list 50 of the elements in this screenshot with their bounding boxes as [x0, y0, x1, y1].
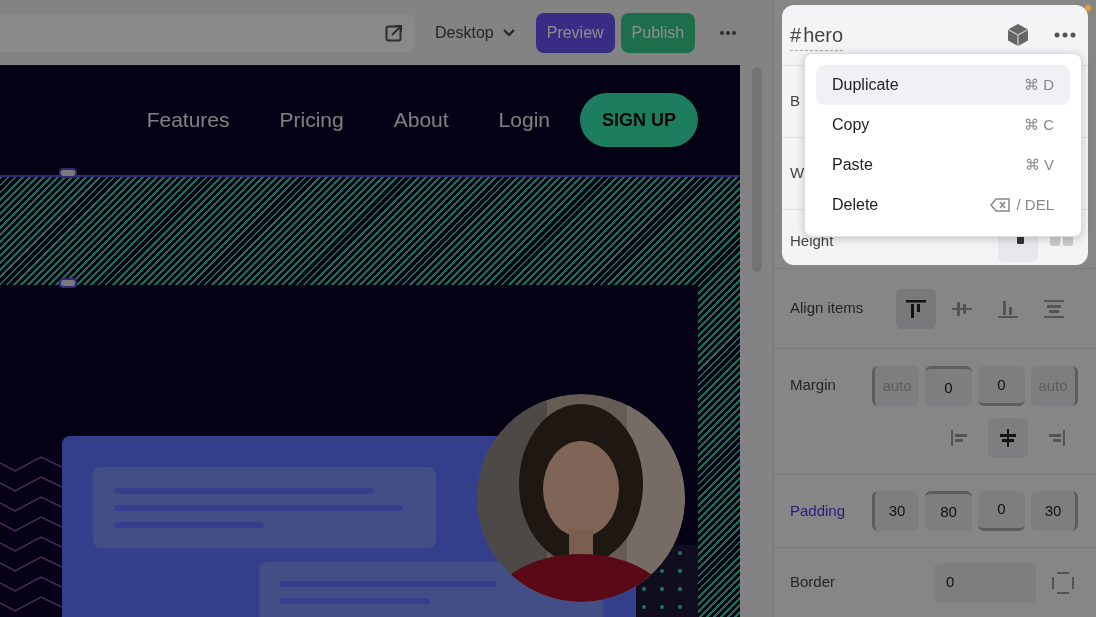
chevron-down-icon	[501, 27, 516, 38]
property-label: B	[790, 91, 800, 112]
property-label: Border	[790, 572, 836, 593]
menu-item-label: Copy	[832, 115, 870, 135]
nav-link[interactable]: Pricing	[279, 104, 344, 136]
align-center-icon	[997, 426, 1019, 449]
cube-icon[interactable]	[1006, 23, 1030, 47]
more-icon[interactable]	[1054, 32, 1076, 38]
shortcut-text: ⌘ C	[1024, 114, 1054, 135]
padding-field[interactable]: 30	[872, 491, 919, 531]
property-label: Margin	[790, 375, 836, 396]
padding-field[interactable]: 0	[978, 491, 1025, 531]
menu-item[interactable]: Copy ⌘ C	[816, 105, 1070, 145]
nav-link[interactable]: Features	[146, 104, 230, 136]
border-icon[interactable]	[1052, 571, 1074, 594]
border-field[interactable]: 0	[934, 562, 1036, 603]
margin-field[interactable]: 0	[925, 365, 972, 406]
alignment-option[interactable]	[988, 417, 1028, 458]
resize-handle[interactable]	[59, 168, 77, 178]
nav-link[interactable]: Login	[498, 104, 550, 136]
menu-item[interactable]: Duplicate ⌘ D	[816, 65, 1070, 105]
shortcut-text: ⌘ D	[1024, 74, 1054, 95]
align-top-icon	[905, 297, 927, 320]
shortcut-text: / DEL	[1016, 194, 1054, 215]
resize-handle[interactable]	[59, 278, 77, 288]
hero-section[interactable]	[0, 175, 740, 617]
url-field[interactable]	[0, 13, 415, 52]
menu-item-label: Duplicate	[832, 75, 899, 95]
menu-item-label: Paste	[832, 155, 873, 175]
margin-field[interactable]: 0	[978, 365, 1025, 406]
preview-button[interactable]: Preview	[535, 12, 615, 53]
external-link-icon	[385, 23, 403, 42]
menu-item[interactable]: Paste ⌘ V	[816, 145, 1070, 185]
device-dropdown[interactable]: Desktop	[427, 20, 524, 45]
nav-link[interactable]: About	[393, 104, 449, 136]
align-option[interactable]	[896, 288, 936, 329]
align-stretch-icon	[1043, 297, 1065, 320]
property-label: W	[790, 163, 805, 184]
shortcut-text: ⌘ V	[1024, 154, 1054, 175]
more-icon[interactable]	[719, 29, 738, 36]
menu-item-label: Delete	[832, 195, 879, 215]
menu-item[interactable]: Delete / DEL	[816, 185, 1070, 225]
padding-field[interactable]: 30	[1031, 491, 1078, 531]
property-label: Height	[790, 231, 834, 252]
sign-up-button[interactable]: SIGN UP	[580, 93, 698, 147]
property-label: Padding	[790, 500, 846, 521]
backspace-icon	[990, 198, 1011, 212]
element-id[interactable]: #hero	[790, 19, 844, 51]
padding-field[interactable]: 80	[925, 491, 972, 531]
property-label: Align items	[790, 298, 864, 319]
